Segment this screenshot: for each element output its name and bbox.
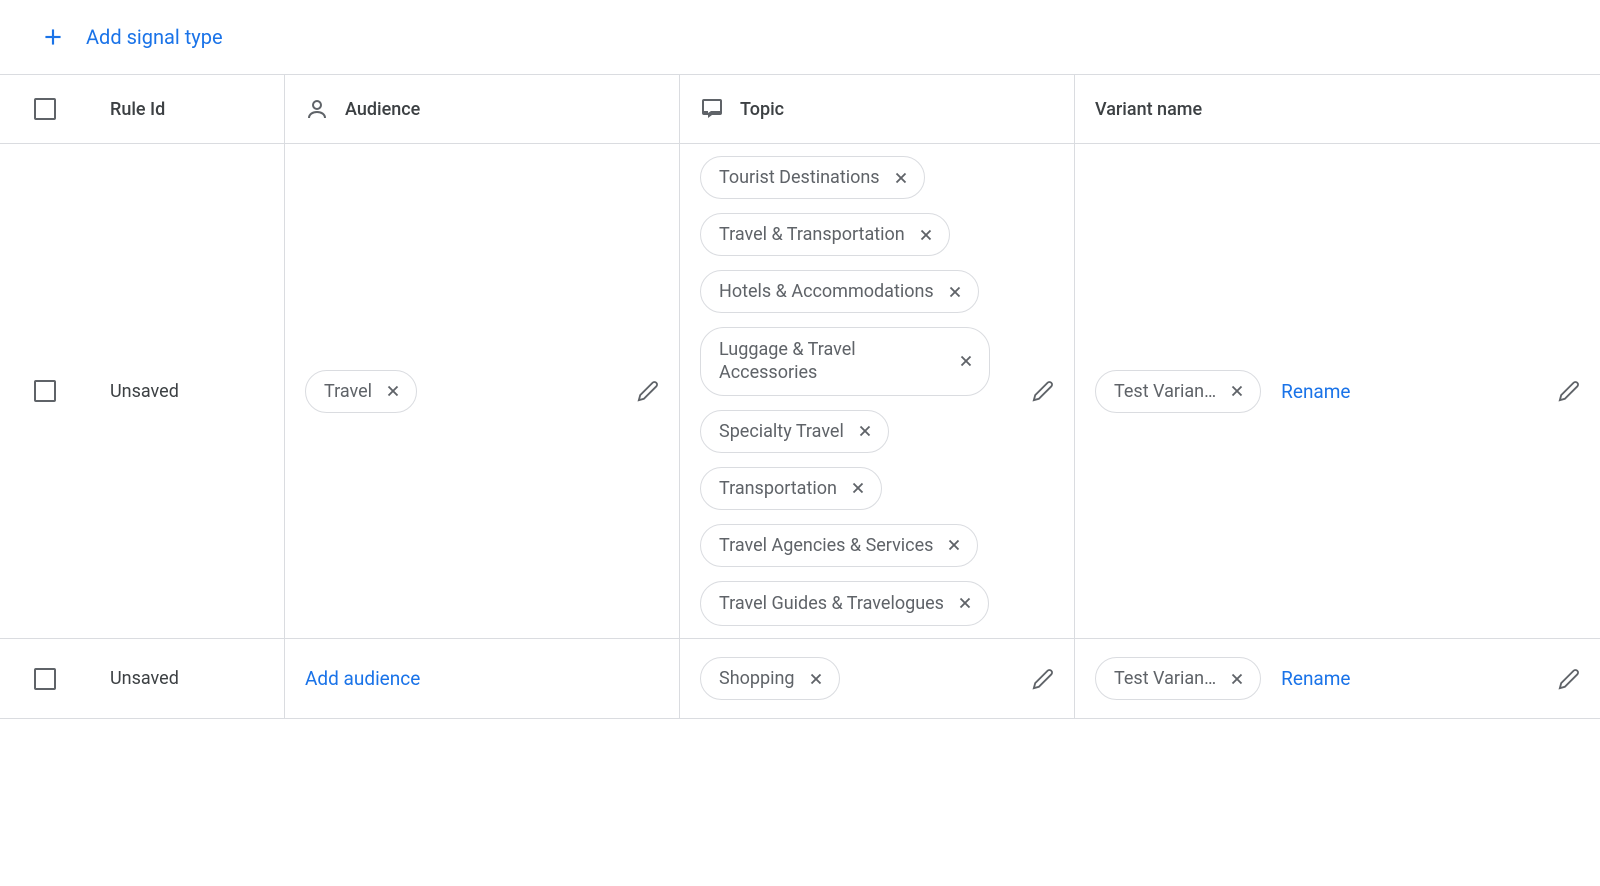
rename-button[interactable]: Rename: [1281, 667, 1350, 690]
table-header: Rule Id Audience Topic Variant name: [0, 74, 1600, 144]
topic-chip: Shopping: [700, 657, 840, 700]
close-icon[interactable]: [856, 422, 874, 440]
rule-id-cell: Unsaved: [90, 144, 285, 638]
row-checkbox[interactable]: [34, 380, 56, 402]
table-row: Unsaved Travel Tourist Destinations Trav…: [0, 144, 1600, 639]
topic-chip: Hotels & Accommodations: [700, 270, 979, 313]
rename-button[interactable]: Rename: [1281, 380, 1350, 403]
topic-cell: Shopping: [680, 639, 1075, 718]
pencil-icon[interactable]: [1032, 668, 1054, 690]
add-audience-button[interactable]: Add audience: [305, 667, 420, 690]
table-row: Unsaved Add audience Shopping Test Var: [0, 639, 1600, 719]
pencil-icon[interactable]: [637, 380, 659, 402]
variant-cell: Test Varian… Rename: [1075, 144, 1600, 638]
topic-chip: Tourist Destinations: [700, 156, 925, 199]
header-variant-name: Variant name: [1075, 75, 1600, 143]
topic-cell: Tourist Destinations Travel & Transporta…: [680, 144, 1075, 638]
add-signal-label: Add signal type: [86, 25, 223, 49]
topic-chip: Specialty Travel: [700, 410, 889, 453]
variant-chip: Test Varian…: [1095, 370, 1261, 413]
audience-cell: Add audience: [285, 639, 680, 718]
header-audience: Audience: [285, 75, 680, 143]
pencil-icon[interactable]: [1032, 380, 1054, 402]
close-icon[interactable]: [1228, 670, 1246, 688]
variant-chip: Test Varian…: [1095, 657, 1261, 700]
variant-cell: Test Varian… Rename: [1075, 639, 1600, 718]
add-signal-type-button[interactable]: Add signal type: [0, 0, 1600, 74]
chat-icon: [700, 97, 724, 121]
header-topic: Topic: [680, 75, 1075, 143]
close-icon[interactable]: [917, 226, 935, 244]
topic-chip: Travel & Transportation: [700, 213, 950, 256]
topic-chip: Travel Agencies & Services: [700, 524, 978, 567]
person-icon: [305, 97, 329, 121]
pencil-icon[interactable]: [1558, 380, 1580, 402]
rule-id-cell: Unsaved: [90, 639, 285, 718]
plus-icon: [40, 24, 66, 50]
row-checkbox[interactable]: [34, 668, 56, 690]
close-icon[interactable]: [807, 670, 825, 688]
select-all-checkbox[interactable]: [34, 98, 56, 120]
close-icon[interactable]: [945, 536, 963, 554]
topic-chip: Travel Guides & Travelogues: [700, 581, 989, 626]
close-icon[interactable]: [384, 382, 402, 400]
topic-chip: Luggage & Travel Accessories: [700, 327, 990, 396]
topic-chip: Transportation: [700, 467, 882, 510]
close-icon[interactable]: [1228, 382, 1246, 400]
close-icon[interactable]: [946, 283, 964, 301]
audience-cell: Travel: [285, 144, 680, 638]
close-icon[interactable]: [957, 352, 975, 370]
close-icon[interactable]: [892, 169, 910, 187]
audience-chip: Travel: [305, 370, 417, 413]
close-icon[interactable]: [956, 594, 974, 612]
header-rule-id: Rule Id: [90, 75, 285, 143]
close-icon[interactable]: [849, 479, 867, 497]
pencil-icon[interactable]: [1558, 668, 1580, 690]
